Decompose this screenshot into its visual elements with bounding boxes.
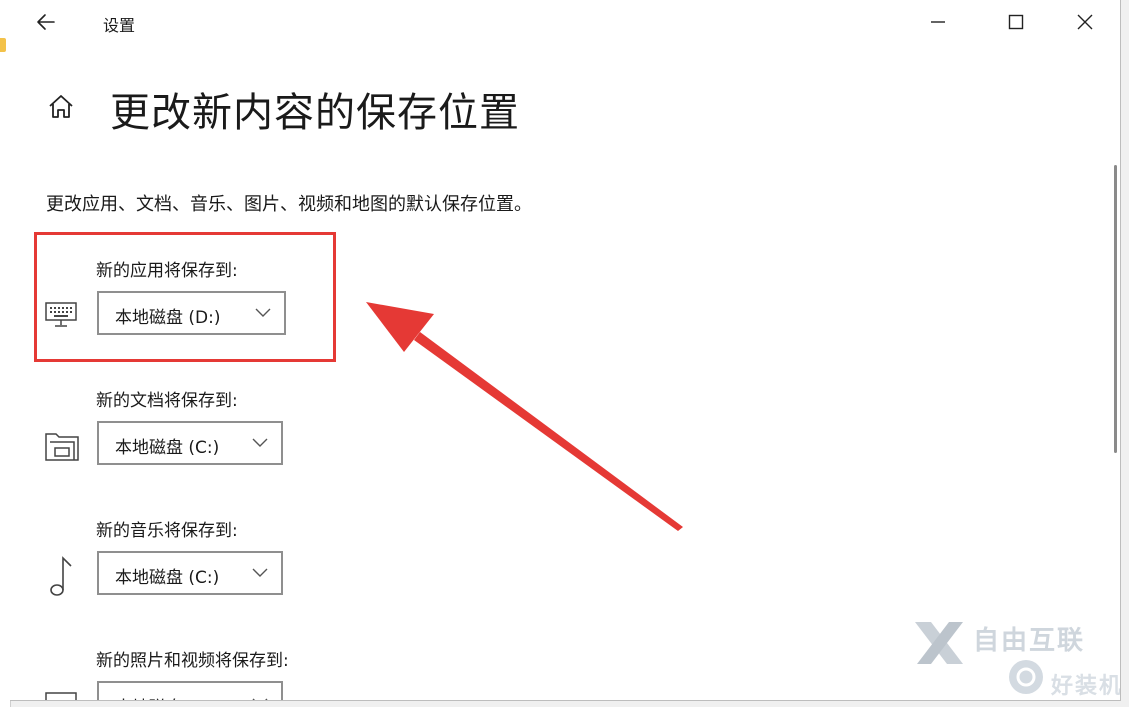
- chevron-down-icon: [252, 698, 268, 700]
- highlight-annotation-box: [34, 232, 336, 362]
- photo-monitor-icon: [44, 688, 78, 700]
- setting-label: 新的照片和视频将保存到:: [96, 651, 289, 671]
- back-arrow-icon: [37, 14, 55, 30]
- watermark-badge-icon: [1009, 660, 1043, 694]
- page-description: 更改应用、文档、音乐、图片、视频和地图的默认保存位置。: [46, 194, 532, 215]
- dropdown-value: 本地磁盘 (C:): [115, 438, 220, 458]
- chevron-down-icon: [252, 438, 268, 447]
- maximize-button[interactable]: [993, 4, 1039, 40]
- dropdown-value: 本地磁盘 (C:): [115, 693, 219, 700]
- chevron-down-icon: [252, 568, 268, 577]
- setting-label: 新的文档将保存到:: [96, 391, 238, 411]
- watermark-brand: 自由互联: [973, 626, 1086, 656]
- maximize-icon: [1008, 14, 1024, 30]
- background-tab-marker: [0, 38, 6, 52]
- watermark-logo-icon: [915, 622, 963, 664]
- setting-music-location: 新的音乐将保存到: 本地磁盘 (C:): [10, 508, 610, 608]
- music-drive-dropdown[interactable]: 本地磁盘 (C:): [97, 551, 283, 595]
- page-title: 更改新内容的保存位置: [110, 90, 520, 136]
- minimize-icon: [931, 21, 945, 23]
- title-bar: 设置: [10, 0, 1120, 44]
- music-note-icon: [44, 554, 78, 602]
- documents-drive-dropdown[interactable]: 本地磁盘 (C:): [97, 421, 283, 465]
- photos-drive-dropdown[interactable]: 本地磁盘 (C:): [97, 681, 283, 700]
- close-button[interactable]: [1062, 4, 1108, 40]
- minimize-button[interactable]: [915, 4, 961, 40]
- back-button[interactable]: [32, 8, 60, 36]
- settings-window: 设置 更改新内容的保存位置 更改应用、文档、音乐、图片、视频和地图的默认保存位置…: [10, 0, 1121, 701]
- watermark: 自由互联 好装机: [903, 612, 1121, 700]
- setting-label: 新的音乐将保存到:: [96, 521, 238, 541]
- close-icon: [1077, 14, 1093, 30]
- scrollbar-thumb[interactable]: [1114, 165, 1117, 453]
- window-title: 设置: [103, 16, 136, 35]
- setting-photos-videos-location: 新的照片和视频将保存到: 本地磁盘 (C:): [10, 638, 610, 700]
- setting-documents-location: 新的文档将保存到: 本地磁盘 (C:): [10, 378, 610, 478]
- documents-folder-icon: [44, 428, 80, 466]
- home-icon: [49, 95, 73, 118]
- watermark-sub: 好装机: [1051, 674, 1121, 699]
- dropdown-value: 本地磁盘 (C:): [115, 568, 220, 588]
- home-button[interactable]: [44, 90, 78, 124]
